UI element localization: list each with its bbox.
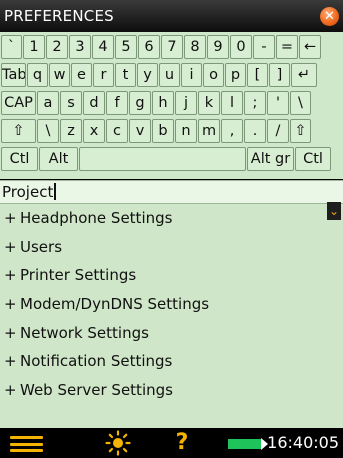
- window-title: PREFERENCES: [4, 7, 114, 25]
- battery-icon[interactable]: [228, 438, 268, 450]
- project-field-row: Project: [0, 180, 343, 204]
- settings-item-label: Web Server Settings: [20, 381, 173, 400]
- settings-item[interactable]: + Network Settings: [0, 319, 343, 348]
- key-shift[interactable]: ⇧: [290, 119, 311, 143]
- scroll-down-button[interactable]: ⌄: [327, 202, 341, 220]
- key-backslash[interactable]: \: [37, 119, 59, 143]
- key-u[interactable]: u: [159, 63, 180, 87]
- key-9[interactable]: 9: [207, 35, 229, 59]
- settings-item[interactable]: + Headphone Settings: [0, 204, 343, 233]
- key-backspace[interactable]: ←: [299, 35, 321, 59]
- settings-item[interactable]: + Users: [0, 233, 343, 262]
- clock: 16:40:05: [267, 433, 339, 452]
- expand-icon[interactable]: +: [4, 376, 20, 405]
- key-x[interactable]: x: [83, 119, 105, 143]
- key-alt-gr[interactable]: Alt gr: [247, 147, 294, 171]
- key-tab[interactable]: Tab: [1, 63, 26, 87]
- settings-item[interactable]: + Notification Settings: [0, 347, 343, 376]
- settings-item-label: Modem/DynDNS Settings: [20, 295, 210, 314]
- expand-icon[interactable]: +: [4, 319, 20, 348]
- project-input-value: Project: [2, 183, 54, 201]
- key-3[interactable]: 3: [69, 35, 91, 59]
- hamburger-icon[interactable]: [10, 436, 43, 452]
- key-b[interactable]: b: [152, 119, 174, 143]
- key-d[interactable]: d: [83, 91, 105, 115]
- key-caps-lock[interactable]: CAP: [1, 91, 36, 115]
- key-q[interactable]: q: [27, 63, 48, 87]
- key-k[interactable]: k: [198, 91, 220, 115]
- expand-icon[interactable]: +: [4, 347, 20, 376]
- key-2[interactable]: 2: [46, 35, 68, 59]
- key-z[interactable]: z: [60, 119, 82, 143]
- key-alt[interactable]: Alt: [39, 147, 78, 171]
- key-f[interactable]: f: [106, 91, 128, 115]
- settings-item[interactable]: + Printer Settings: [0, 261, 343, 290]
- settings-item[interactable]: + Web Server Settings: [0, 376, 343, 405]
- key-c[interactable]: c: [106, 119, 128, 143]
- key-7[interactable]: 7: [161, 35, 183, 59]
- key-slash[interactable]: /: [267, 119, 289, 143]
- key-8[interactable]: 8: [184, 35, 206, 59]
- key-j[interactable]: j: [175, 91, 197, 115]
- settings-item-label: Headphone Settings: [20, 209, 173, 227]
- key-v[interactable]: v: [129, 119, 151, 143]
- key-a[interactable]: a: [37, 91, 59, 115]
- key-equals[interactable]: =: [276, 35, 298, 59]
- expand-icon[interactable]: +: [4, 233, 20, 262]
- text-caret: [54, 183, 57, 200]
- key-4[interactable]: 4: [92, 35, 114, 59]
- key-g[interactable]: g: [129, 91, 151, 115]
- key-quote[interactable]: ': [267, 91, 289, 115]
- key-r[interactable]: r: [93, 63, 114, 87]
- key-1[interactable]: 1: [23, 35, 45, 59]
- key-w[interactable]: w: [49, 63, 70, 87]
- close-icon: ✕: [323, 9, 336, 24]
- expand-icon[interactable]: +: [4, 261, 20, 290]
- settings-item[interactable]: + Modem/DynDNS Settings: [0, 290, 343, 319]
- key-m[interactable]: m: [198, 119, 220, 143]
- key-right-bracket[interactable]: ]: [269, 63, 290, 87]
- key-h[interactable]: h: [152, 91, 174, 115]
- key-i[interactable]: i: [181, 63, 202, 87]
- key-period[interactable]: .: [244, 119, 266, 143]
- settings-item-label: Network Settings: [20, 323, 149, 342]
- expand-icon[interactable]: +: [4, 204, 20, 233]
- title-bar: PREFERENCES ✕: [0, 0, 343, 32]
- key-o[interactable]: o: [203, 63, 224, 87]
- key-space[interactable]: [79, 147, 246, 171]
- settings-item-label: Users: [20, 237, 63, 256]
- key-backslash[interactable]: \: [290, 91, 311, 115]
- close-button[interactable]: ✕: [320, 7, 339, 26]
- key-l[interactable]: l: [221, 91, 243, 115]
- key-enter[interactable]: ↵: [291, 63, 317, 87]
- key-p[interactable]: p: [225, 63, 246, 87]
- key-comma[interactable]: ,: [221, 119, 243, 143]
- help-icon[interactable]: ?: [175, 431, 189, 455]
- key-ctrl[interactable]: Ctl: [1, 147, 38, 171]
- key-minus[interactable]: -: [253, 35, 275, 59]
- key-y[interactable]: y: [137, 63, 158, 87]
- settings-item-label: Notification Settings: [20, 352, 173, 371]
- key-left-bracket[interactable]: [: [247, 63, 268, 87]
- status-bar: ? 16:40:05: [0, 428, 343, 458]
- key-5[interactable]: 5: [115, 35, 137, 59]
- project-input[interactable]: Project: [2, 182, 57, 202]
- settings-item-label: Printer Settings: [20, 266, 137, 285]
- key-backtick[interactable]: `: [1, 35, 22, 59]
- key-e[interactable]: e: [71, 63, 92, 87]
- expand-icon[interactable]: +: [4, 290, 20, 319]
- on-screen-keyboard: ` 1 2 3 4 5 6 7 8 9 0- = ← Tab q w e r t y u i o p[] ↵ CAP a s d f g h j…: [0, 32, 343, 179]
- key-semicolon[interactable]: ;: [244, 91, 266, 115]
- key-shift[interactable]: ⇧: [1, 119, 36, 143]
- settings-list: + Headphone Settings + Users + Printer Settin…: [0, 204, 343, 428]
- help-glyph: ?: [175, 430, 189, 455]
- key-6[interactable]: 6: [138, 35, 160, 59]
- sun-icon[interactable]: [105, 430, 131, 456]
- key-ctrl[interactable]: Ctl: [295, 147, 331, 171]
- key-s[interactable]: s: [60, 91, 82, 115]
- key-0[interactable]: 0: [230, 35, 252, 59]
- chevron-down-icon: ⌄: [328, 204, 340, 218]
- key-n[interactable]: n: [175, 119, 197, 143]
- key-t[interactable]: t: [115, 63, 136, 87]
